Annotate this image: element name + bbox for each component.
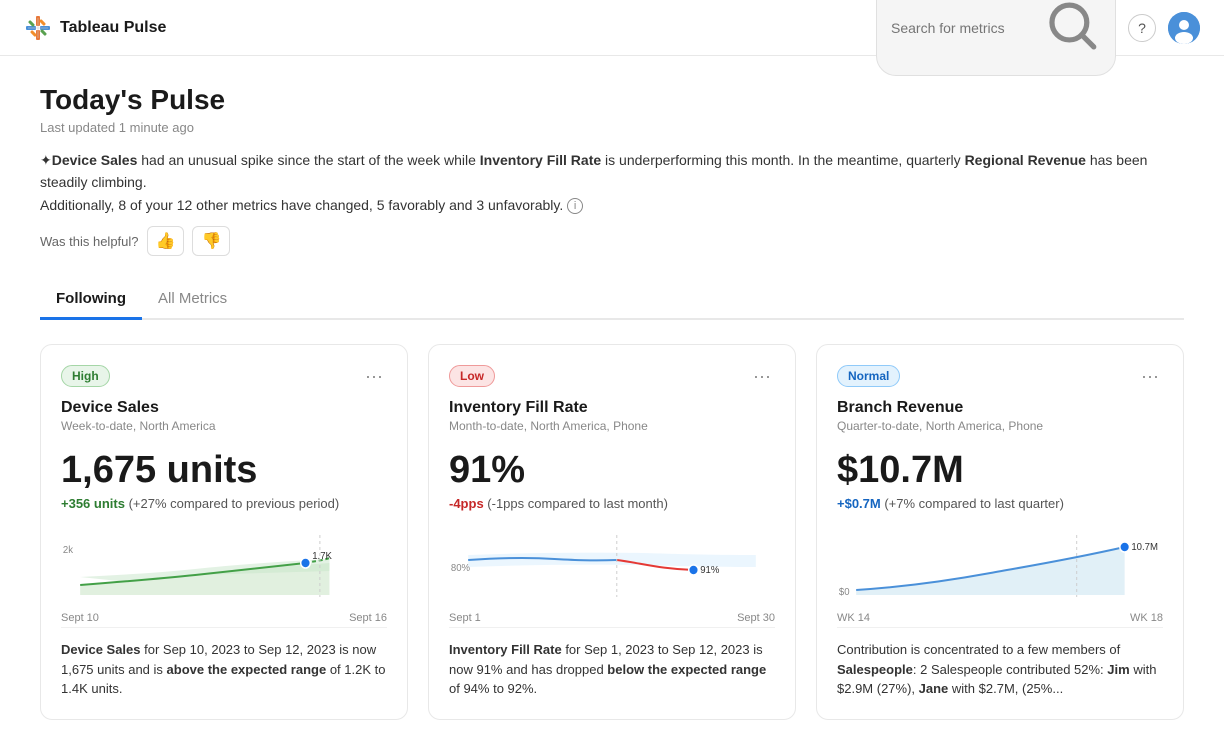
metric-change: -4pps (-1pps compared to last month) [449, 496, 775, 511]
chart-area: 1.7K 2k Sept 10 Sept 16 [61, 525, 387, 615]
card-device-sales: High ··· Device Sales Week-to-date, Nort… [40, 344, 408, 720]
tabs: Following All Metrics [40, 280, 1184, 320]
metric-name: Inventory Fill Rate [449, 399, 775, 417]
cards-container: High ··· Device Sales Week-to-date, Nort… [40, 344, 1184, 720]
summary-text: ✦Device Sales had an unusual spike since… [40, 149, 1184, 216]
helpful-label: Was this helpful? [40, 234, 139, 249]
help-button[interactable]: ? [1128, 14, 1156, 42]
search-bar[interactable] [876, 0, 1116, 76]
chart-labels: Sept 10 Sept 16 [61, 612, 387, 624]
metric-value: 1,675 units [61, 449, 387, 492]
tab-following[interactable]: Following [40, 280, 142, 320]
page-title: Today's Pulse [40, 84, 1184, 116]
metric-sub: Quarter-to-date, North America, Phone [837, 419, 1163, 433]
metric-value: $10.7M [837, 449, 1163, 492]
card-description: Contribution is concentrated to a few me… [837, 627, 1163, 699]
badge-high: High [61, 365, 110, 387]
chart-right-label: Sept 30 [737, 612, 775, 624]
header-right: ? [876, 0, 1200, 76]
chart-left-label: Sept 1 [449, 612, 481, 624]
card-inventory: Low ··· Inventory Fill Rate Month-to-dat… [428, 344, 796, 720]
search-input[interactable] [891, 20, 1037, 36]
svg-text:10.7M: 10.7M [1131, 542, 1158, 553]
chart-right-label: Sept 16 [349, 612, 387, 624]
metric-name: Device Sales [61, 399, 387, 417]
metric-change: +356 units (+27% compared to previous pe… [61, 496, 387, 511]
chart-labels: Sept 1 Sept 30 [449, 612, 775, 624]
summary-regional-revenue: Regional Revenue [965, 152, 1086, 168]
card-header: High ··· [61, 365, 387, 387]
info-icon[interactable]: i [567, 198, 583, 214]
chart-area: 10.7M $0 WK 14 WK 18 [837, 525, 1163, 615]
chart-labels: WK 14 WK 18 [837, 612, 1163, 624]
card-more-button[interactable]: ··· [1137, 366, 1163, 387]
svg-text:$0: $0 [839, 587, 850, 598]
metric-value: 91% [449, 449, 775, 492]
card-description: Inventory Fill Rate for Sep 1, 2023 to S… [449, 627, 775, 699]
card-more-button[interactable]: ··· [361, 366, 387, 387]
metric-name: Branch Revenue [837, 399, 1163, 417]
ai-icon: ✦ [40, 152, 52, 168]
svg-text:1.7K: 1.7K [312, 551, 332, 562]
tableau-logo-icon [24, 14, 52, 42]
last-updated-text: Last updated 1 minute ago [40, 120, 1184, 135]
badge-normal: Normal [837, 365, 900, 387]
chart-area: 91% 80% Sept 1 Sept 30 [449, 525, 775, 615]
helpful-row: Was this helpful? 👍 👎 [40, 226, 1184, 256]
thumbs-down-button[interactable]: 👎 [192, 226, 230, 256]
metric-change: +$0.7M (+7% compared to last quarter) [837, 496, 1163, 511]
card-more-button[interactable]: ··· [749, 366, 775, 387]
tab-all-metrics[interactable]: All Metrics [142, 280, 243, 320]
metric-sub: Month-to-date, North America, Phone [449, 419, 775, 433]
header: Tableau Pulse ? [0, 0, 1224, 56]
card-header: Low ··· [449, 365, 775, 387]
main-content: Today's Pulse Last updated 1 minute ago … [0, 56, 1224, 748]
card-description: Device Sales for Sep 10, 2023 to Sep 12,… [61, 627, 387, 699]
card-branch-revenue: Normal ··· Branch Revenue Quarter-to-dat… [816, 344, 1184, 720]
card-header: Normal ··· [837, 365, 1163, 387]
svg-text:80%: 80% [451, 563, 470, 574]
summary-inventory: Inventory Fill Rate [480, 152, 601, 168]
search-icon [1045, 0, 1101, 69]
thumbs-up-button[interactable]: 👍 [147, 226, 185, 256]
app-title: Tableau Pulse [60, 19, 166, 37]
avatar[interactable] [1168, 12, 1200, 44]
logo-area: Tableau Pulse [24, 14, 166, 42]
badge-low: Low [449, 365, 495, 387]
chart-left-label: WK 14 [837, 612, 870, 624]
metric-sub: Week-to-date, North America [61, 419, 387, 433]
summary-device-sales: Device Sales [52, 152, 138, 168]
chart-right-label: WK 18 [1130, 612, 1163, 624]
chart-left-label: Sept 10 [61, 612, 99, 624]
svg-text:91%: 91% [700, 565, 719, 576]
svg-text:2k: 2k [63, 545, 73, 556]
